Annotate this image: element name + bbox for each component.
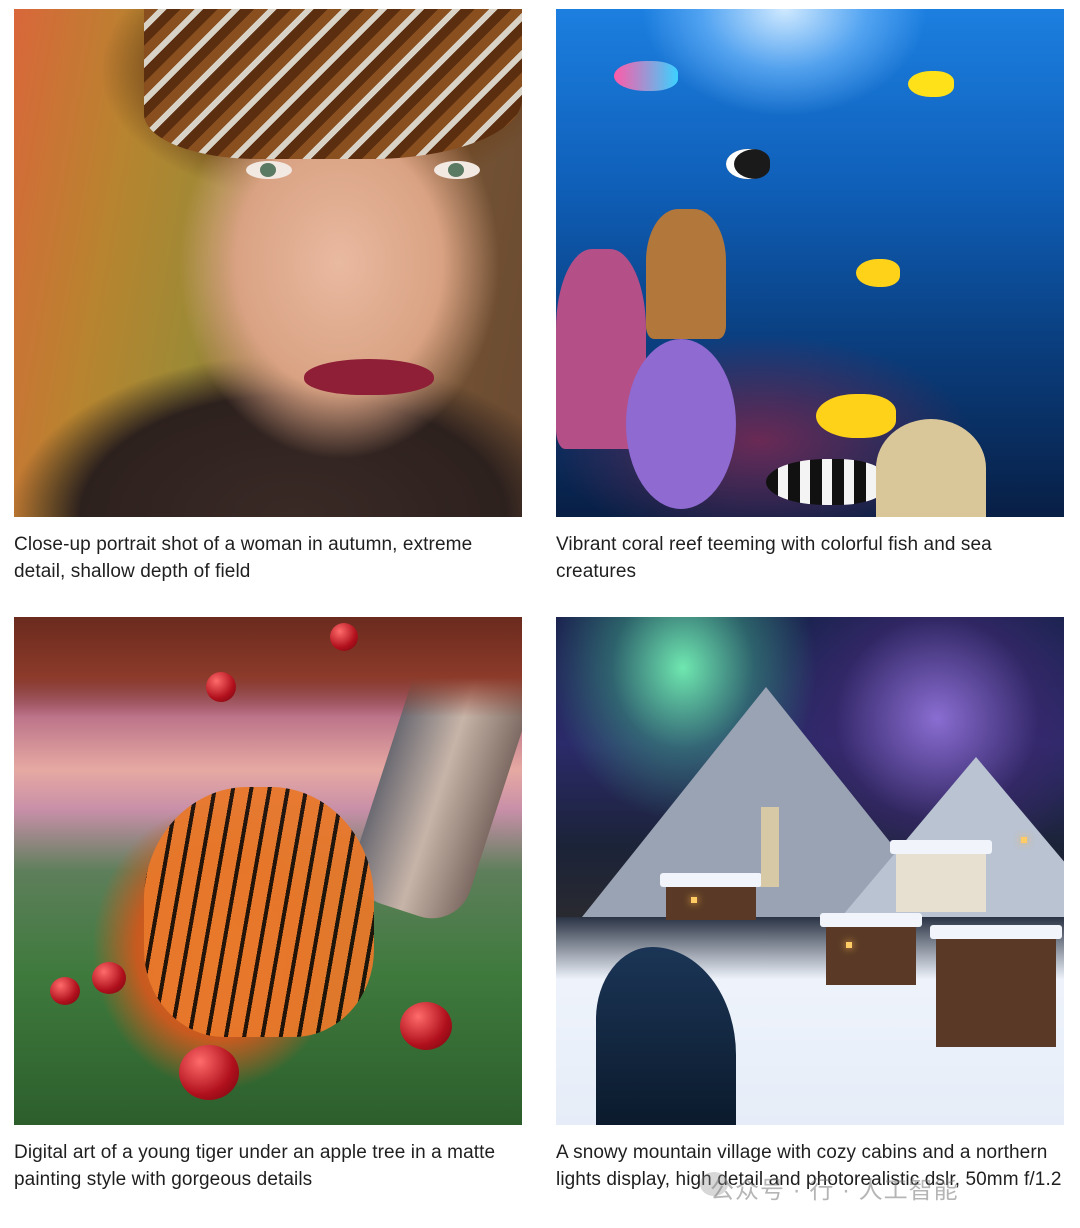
fish — [908, 71, 954, 97]
gallery-card-village[interactable]: A snowy mountain village with cozy cabin… — [556, 617, 1064, 1193]
apple — [400, 1002, 452, 1050]
cabin — [820, 913, 922, 985]
reef-image[interactable] — [556, 9, 1064, 517]
caption: Digital art of a young tiger under an ap… — [14, 1142, 496, 1190]
fish — [766, 459, 886, 505]
apple — [50, 977, 80, 1005]
coral — [876, 419, 986, 517]
coral — [646, 209, 726, 339]
window-light — [1021, 837, 1027, 843]
apple — [206, 672, 236, 702]
knit-hat — [144, 9, 522, 159]
right-eye — [434, 161, 480, 179]
caption: Vibrant coral reef teeming with colorful… — [556, 534, 992, 582]
village-image[interactable] — [556, 617, 1064, 1125]
gallery-card-reef[interactable]: Vibrant coral reef teeming with colorful… — [556, 9, 1064, 585]
gallery-card-tiger[interactable]: Digital art of a young tiger under an ap… — [14, 617, 522, 1193]
fish — [726, 149, 770, 179]
tree-canopy — [14, 617, 522, 717]
lips — [304, 359, 434, 395]
church-steeple — [761, 807, 779, 887]
tiger-cub — [144, 787, 374, 1037]
caption: Close-up portrait shot of a woman in aut… — [14, 534, 473, 582]
cabin — [890, 840, 992, 912]
cabin — [660, 873, 762, 920]
watermark: 公众号 · 行 · 人工智能 — [710, 1177, 959, 1204]
gallery-card-portrait[interactable]: Close-up portrait shot of a woman in aut… — [14, 9, 522, 585]
left-eye — [246, 161, 292, 179]
fish — [856, 259, 900, 287]
window-light — [691, 897, 697, 903]
apple — [179, 1045, 239, 1100]
apple — [330, 623, 358, 651]
fish — [614, 61, 678, 91]
tiger-image[interactable] — [14, 617, 522, 1125]
window-light — [846, 942, 852, 948]
fish — [816, 394, 896, 438]
coral — [626, 339, 736, 509]
portrait-image[interactable] — [14, 9, 522, 517]
cabin — [930, 925, 1062, 1047]
apple — [92, 962, 126, 994]
